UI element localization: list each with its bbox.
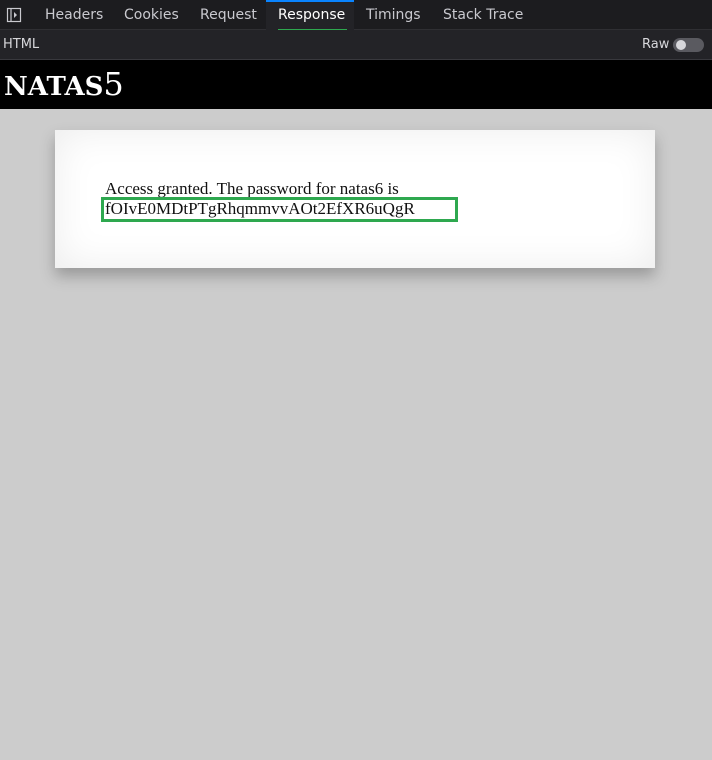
tab-label: Stack Trace (443, 7, 524, 23)
page-title-number: 5 (103, 65, 124, 103)
tab-timings[interactable]: Timings (354, 0, 433, 30)
page-title: NATAS5 (4, 65, 124, 103)
response-format-label: HTML (3, 37, 40, 52)
toggle-knob (676, 40, 686, 50)
devtools-tab-bar: Headers Cookies Request Response Timings… (0, 0, 712, 32)
tab-headers[interactable]: Headers (33, 0, 115, 30)
site-header: NATAS5 (0, 60, 712, 109)
tab-label: Request (200, 7, 257, 23)
password-value: fOIvE0MDtPTgRhqmmvvAOt2EfXR6uQgR (105, 199, 415, 218)
page-title-text: NATAS (4, 72, 104, 102)
raw-toggle-label: Raw (642, 37, 670, 52)
active-tab-indicator (266, 0, 354, 2)
tab-response[interactable]: Response (266, 0, 354, 32)
tab-label: Cookies (124, 7, 179, 23)
response-toolbar: HTML Raw (0, 30, 712, 60)
tab-label: Response (278, 7, 346, 23)
content-card: Access granted. The password for natas6 … (55, 130, 655, 268)
tab-stack-trace[interactable]: Stack Trace (431, 0, 535, 30)
tab-cookies[interactable]: Cookies (112, 0, 191, 30)
raw-toggle-switch[interactable] (673, 38, 704, 52)
tab-label: Timings (366, 7, 421, 23)
toggle-sidebar-icon[interactable] (6, 7, 22, 23)
tab-request[interactable]: Request (188, 0, 269, 30)
tab-label: Headers (45, 7, 104, 23)
access-message: Access granted. The password for natas6 … (105, 179, 399, 198)
